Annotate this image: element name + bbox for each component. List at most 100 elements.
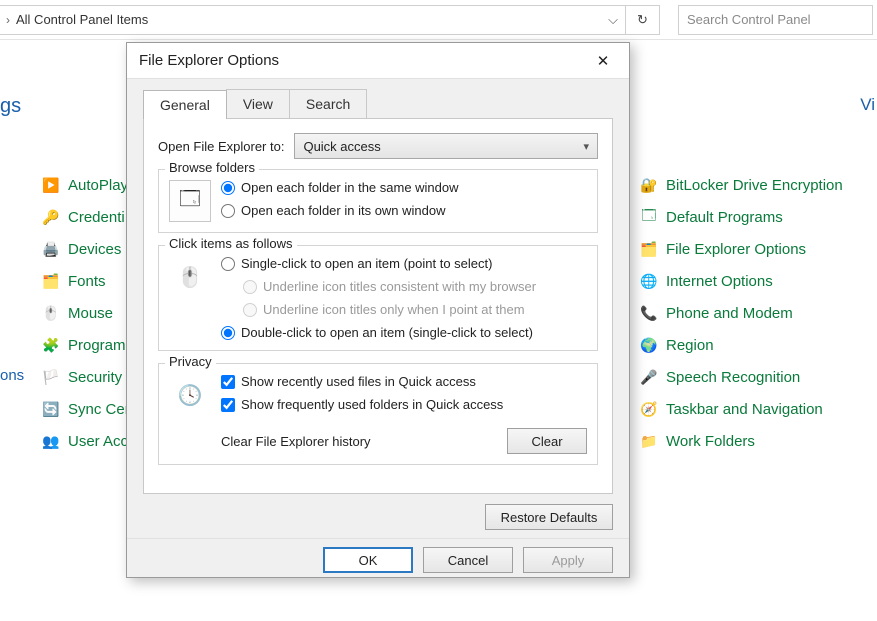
- cp-item[interactable]: 🌐 Internet Options: [640, 272, 870, 290]
- radio-same-window-label: Open each folder in the same window: [241, 180, 459, 195]
- checkbox-frequent-folders[interactable]: Show frequently used folders in Quick ac…: [221, 397, 587, 412]
- breadcrumb-text: All Control Panel Items: [16, 12, 148, 27]
- cp-item-label: Phone and Modem: [666, 305, 793, 322]
- radio-same-window[interactable]: Open each folder in the same window: [221, 180, 587, 195]
- browse-folders-group: Browse folders 🗔 Open each folder in the…: [158, 169, 598, 233]
- checkbox-frequent-folders-label: Show frequently used folders in Quick ac…: [241, 397, 503, 412]
- checkbox-recent-files-input[interactable]: [221, 375, 235, 389]
- cancel-button[interactable]: Cancel: [423, 547, 513, 573]
- cp-item-icon: 🖱️: [42, 304, 60, 322]
- radio-double-click-label: Double-click to open an item (single-cli…: [241, 325, 533, 340]
- search-placeholder: Search Control Panel: [687, 12, 811, 27]
- cp-item-icon: 🎤: [640, 368, 658, 386]
- view-fragment[interactable]: Vi: [860, 95, 875, 115]
- breadcrumb-bar[interactable]: › All Control Panel Items ⌵: [0, 5, 626, 35]
- breadcrumb-dropdown-icon[interactable]: ⌵: [601, 12, 625, 28]
- cp-item-icon: 🧭: [640, 400, 658, 418]
- apply-button[interactable]: Apply: [523, 547, 613, 573]
- close-button[interactable]: ✕: [583, 46, 623, 76]
- cp-item-icon: 🔑: [42, 208, 60, 226]
- cp-item-icon: 🗂️: [640, 240, 658, 258]
- click-items-group: Click items as follows 🖱️ Single-click t…: [158, 245, 598, 351]
- cp-item-icon: 👥: [42, 432, 60, 450]
- cp-item-icon: 🗂️: [42, 272, 60, 290]
- cp-item[interactable]: 🧭Taskbar and Navigation: [640, 400, 870, 418]
- cp-item[interactable]: 🎤 Speech Recognition: [640, 368, 870, 386]
- cp-item-label: Region: [666, 337, 714, 354]
- checkbox-recent-files-label: Show recently used files in Quick access: [241, 374, 476, 389]
- cp-item-label: Devices a: [68, 241, 134, 258]
- cp-item-icon: 🌐: [640, 272, 658, 290]
- cp-item-label: Fonts: [68, 273, 106, 290]
- radio-underline-browser-label: Underline icon titles consistent with my…: [263, 279, 536, 294]
- file-explorer-options-dialog: File Explorer Options ✕ General View Sea…: [126, 42, 630, 578]
- cp-item[interactable]: 🌍 Region: [640, 336, 870, 354]
- tab-view[interactable]: View: [226, 89, 290, 118]
- cp-item-icon: 🌍: [640, 336, 658, 354]
- ok-button[interactable]: OK: [323, 547, 413, 573]
- dialog-button-row: OK Cancel Apply: [127, 538, 629, 577]
- cp-item[interactable]: 📁 Work Folders: [640, 432, 870, 450]
- cp-item[interactable]: 🔐 BitLocker Drive Encryption: [640, 176, 870, 194]
- cp-item-icon: 🗔: [640, 208, 658, 226]
- restore-defaults-button[interactable]: Restore Defaults: [485, 504, 613, 530]
- radio-single-click-input[interactable]: [221, 257, 235, 271]
- radio-single-click-label: Single-click to open an item (point to s…: [241, 256, 492, 271]
- address-bar-row: › All Control Panel Items ⌵ ↻ Search Con…: [0, 0, 877, 40]
- cp-item-icon: 🔄: [42, 400, 60, 418]
- cp-item-icon: 📞: [640, 304, 658, 322]
- radio-double-click-input[interactable]: [221, 326, 235, 340]
- click-items-legend: Click items as follows: [165, 236, 297, 251]
- cp-item-icon: 🧩: [42, 336, 60, 354]
- tab-general[interactable]: General: [143, 90, 227, 119]
- radio-double-click[interactable]: Double-click to open an item (single-cli…: [221, 325, 587, 340]
- cp-item[interactable]: 📞 Phone and Modem: [640, 304, 870, 322]
- open-to-label: Open File Explorer to:: [158, 139, 284, 154]
- refresh-icon: ↻: [637, 12, 648, 28]
- chevron-right-icon: ›: [6, 13, 10, 27]
- tab-search[interactable]: Search: [289, 89, 367, 118]
- radio-same-window-input[interactable]: [221, 181, 235, 195]
- cp-item-label: Mouse: [68, 305, 113, 322]
- privacy-group: Privacy 🕓 Show recently used files in Qu…: [158, 363, 598, 465]
- search-input[interactable]: Search Control Panel: [678, 5, 873, 35]
- cp-item-icon: 📁: [640, 432, 658, 450]
- privacy-legend: Privacy: [165, 354, 216, 369]
- checkbox-recent-files[interactable]: Show recently used files in Quick access: [221, 374, 587, 389]
- radio-own-window[interactable]: Open each folder in its own window: [221, 203, 587, 218]
- cp-item-label: Default Programs: [666, 209, 783, 226]
- open-to-row: Open File Explorer to: Quick access ▾: [158, 133, 598, 159]
- cp-item-label: File Explorer Options: [666, 241, 806, 258]
- cp-item-icon: 🔐: [640, 176, 658, 194]
- radio-underline-browser-input: [243, 280, 257, 294]
- cp-item-label: Speech Recognition: [666, 369, 800, 386]
- cursor-icon: 🖱️: [169, 256, 211, 298]
- open-to-combo[interactable]: Quick access ▾: [294, 133, 598, 159]
- cp-item-label: BitLocker Drive Encryption: [666, 177, 843, 194]
- cp-item[interactable]: 🗂️ File Explorer Options: [640, 240, 870, 258]
- chevron-down-icon: ▾: [583, 140, 589, 153]
- cp-item-label: Work Folders: [666, 433, 755, 450]
- browse-folders-legend: Browse folders: [165, 160, 259, 175]
- radio-own-window-label: Open each folder in its own window: [241, 203, 446, 218]
- clear-history-label: Clear File Explorer history: [221, 434, 371, 449]
- cp-item-icon: ▶️: [42, 176, 60, 194]
- dialog-title: File Explorer Options: [139, 52, 279, 69]
- cp-item-label: Program: [68, 337, 126, 354]
- cp-item[interactable]: 🗔 Default Programs: [640, 208, 870, 226]
- radio-own-window-input[interactable]: [221, 204, 235, 218]
- cp-item-icon: 🏳️: [42, 368, 60, 386]
- cp-item-label: Internet Options: [666, 273, 773, 290]
- dialog-titlebar[interactable]: File Explorer Options ✕: [127, 43, 629, 79]
- radio-underline-point-label: Underline icon titles only when I point …: [263, 302, 525, 317]
- close-icon: ✕: [597, 52, 610, 70]
- radio-underline-point-input: [243, 303, 257, 317]
- ons-fragment: ons: [0, 367, 24, 384]
- refresh-button[interactable]: ↻: [626, 5, 660, 35]
- clear-button[interactable]: Clear: [507, 428, 587, 454]
- checkbox-frequent-folders-input[interactable]: [221, 398, 235, 412]
- radio-underline-browser: Underline icon titles consistent with my…: [221, 279, 587, 294]
- right-cp-column: 🔐 BitLocker Drive Encryption 🗔 Default Prog…: [640, 176, 870, 450]
- privacy-icon: 🕓: [169, 374, 211, 416]
- radio-single-click[interactable]: Single-click to open an item (point to s…: [221, 256, 587, 271]
